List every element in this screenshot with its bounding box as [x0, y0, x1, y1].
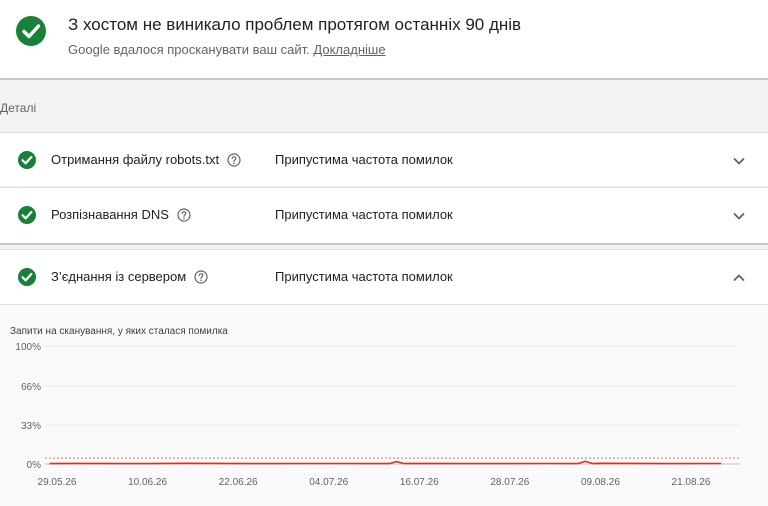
help-icon[interactable]	[177, 208, 191, 222]
check-circle-icon	[16, 16, 46, 46]
subtitle-text: Google вдалося просканувати ваш сайт.	[68, 42, 310, 57]
row-status: Припустима частота помилок	[275, 152, 453, 167]
x-tick-label: 16.07.26	[400, 477, 439, 488]
server-connection-chart-panel: Запити на сканування, у яких сталася пом…	[0, 304, 768, 506]
header-subtitle: Google вдалося просканувати ваш сайт. До…	[68, 42, 386, 57]
crawl-error-chart: 100% 66% 33% 0% 29.05.26 10.06.26 22.06.26 04.0…	[15, 342, 740, 488]
y-tick-label: 0%	[27, 460, 42, 471]
help-icon[interactable]	[194, 270, 208, 284]
section-divider	[0, 243, 768, 245]
check-circle-icon	[18, 268, 36, 286]
details-label: Деталі	[0, 101, 37, 115]
row-title-text: З’єднання із сервером	[51, 269, 187, 284]
row-title: Отримання файлу robots.txt	[51, 152, 241, 167]
row-status: Припустима частота помилок	[275, 269, 453, 284]
detail-row-server[interactable]: З’єднання із сервером Припустима частота…	[0, 249, 768, 304]
check-circle-icon	[18, 151, 36, 169]
row-status: Припустима частота помилок	[275, 207, 453, 222]
help-icon[interactable]	[227, 153, 241, 167]
x-tick-label: 21.08.26	[672, 477, 711, 488]
row-title: З’єднання із сервером	[51, 269, 208, 284]
learn-more-link[interactable]: Докладніше	[313, 42, 385, 57]
row-title-text: Розпізнавання DNS	[51, 207, 169, 222]
x-tick-label: 10.06.26	[128, 477, 167, 488]
x-tick-label: 22.06.26	[219, 477, 258, 488]
row-title-text: Отримання файлу robots.txt	[51, 152, 220, 167]
check-circle-icon	[18, 206, 36, 224]
header-divider	[0, 78, 768, 80]
detail-row-robots[interactable]: Отримання файлу robots.txt Припустима ча…	[0, 132, 768, 186]
detail-row-dns[interactable]: Розпізнавання DNS Припустима частота пом…	[0, 187, 768, 243]
y-tick-label: 33%	[21, 421, 41, 432]
status-header: З хостом не виникало проблем протягом ос…	[0, 0, 768, 78]
x-tick-label: 28.07.26	[490, 477, 529, 488]
x-tick-label: 29.05.26	[38, 477, 77, 488]
page-title: З хостом не виникало проблем протягом ос…	[68, 15, 522, 34]
chevron-up-icon[interactable]	[731, 270, 747, 286]
y-tick-label: 66%	[21, 382, 41, 393]
x-tick-label: 09.08.26	[581, 477, 620, 488]
y-tick-label: 100%	[15, 342, 41, 353]
series-line	[49, 460, 722, 465]
chevron-down-icon[interactable]	[731, 208, 747, 224]
row-title: Розпізнавання DNS	[51, 207, 191, 222]
chevron-down-icon[interactable]	[731, 153, 747, 169]
x-tick-label: 04.07.26	[309, 477, 348, 488]
